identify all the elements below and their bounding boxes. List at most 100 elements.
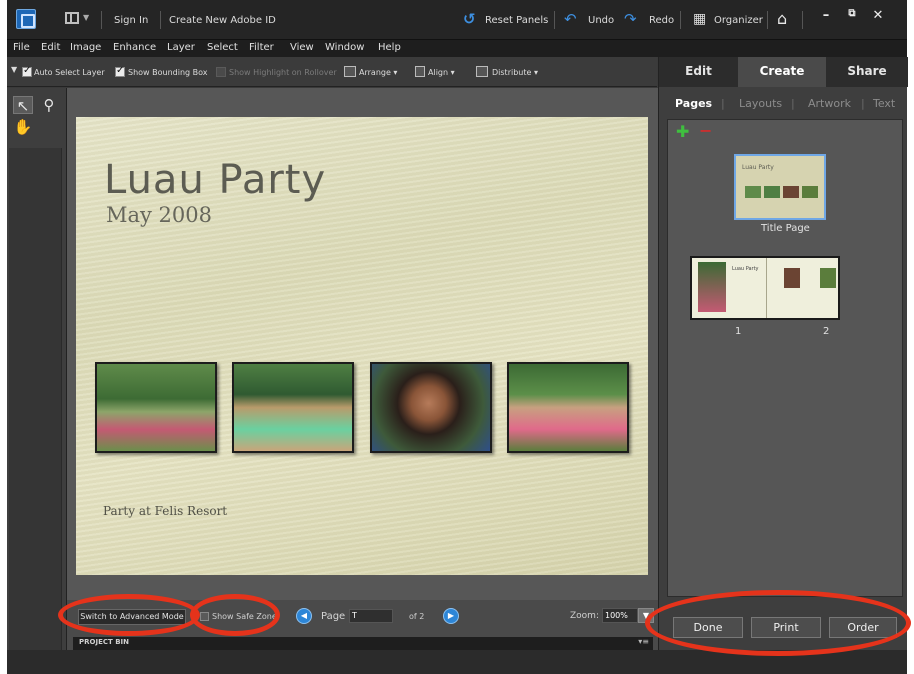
align-button[interactable]: Align ▾ (428, 68, 455, 77)
distribute-button[interactable]: Distribute ▾ (492, 68, 538, 77)
title-page-thumbnail[interactable]: Luau Party (734, 154, 826, 220)
align-icon[interactable] (415, 66, 425, 77)
highlight-label: Show Highlight on Rollover (229, 68, 337, 77)
thumbnail-photo (784, 268, 800, 288)
distribute-icon[interactable] (476, 66, 488, 77)
panel-menu-icon[interactable]: ▾≡ (638, 637, 649, 646)
menu-layer[interactable]: Layer (167, 42, 195, 53)
organizer-button[interactable]: Organizer (714, 15, 763, 26)
highlight-checkbox[interactable] (216, 67, 226, 77)
page-title[interactable]: Luau Party (104, 157, 326, 203)
arrange-icon[interactable] (344, 66, 356, 77)
thumbnail-photo (764, 186, 780, 198)
redo-button[interactable]: Redo (649, 15, 674, 26)
move-tool-icon[interactable]: ↖ (13, 96, 33, 115)
menu-file[interactable]: File (13, 42, 30, 53)
menu-edit[interactable]: Edit (41, 42, 60, 53)
create-sub-tabs: Pages | Layouts | Artwork | Text (659, 93, 908, 115)
tab-edit[interactable]: Edit (659, 57, 738, 87)
tab-layouts[interactable]: Layouts (739, 97, 782, 110)
annotation-oval (645, 590, 911, 656)
tab-artwork[interactable]: Artwork (808, 97, 851, 110)
menu-image[interactable]: Image (70, 42, 101, 53)
page-number-input[interactable]: T (349, 609, 393, 623)
distribute-label: Distribute (492, 68, 532, 77)
tab-text[interactable]: Text (873, 97, 895, 110)
page-subtitle[interactable]: May 2008 (106, 203, 212, 227)
menu-view[interactable]: View (290, 42, 314, 53)
zoom-label: Zoom: (570, 611, 599, 621)
next-page-icon[interactable]: ▶ (443, 608, 459, 624)
title-page-label: Title Page (761, 223, 810, 234)
divider: | (721, 97, 725, 110)
mode-tabs: Edit Create Share (659, 57, 908, 87)
bounding-box-label: Show Bounding Box (128, 68, 208, 77)
bounding-box-checkbox[interactable] (115, 65, 125, 77)
thumbnail-photo (802, 186, 818, 198)
grid-icon[interactable]: ▦ (693, 11, 706, 27)
auto-select-label: Auto Select Layer (34, 68, 105, 77)
options-menu-icon[interactable]: ▼ (11, 65, 17, 74)
spread-thumbnail[interactable]: Luau Party (690, 256, 840, 320)
divider: | (791, 97, 795, 110)
right-panel: Edit Create Share Pages | Layouts | Artw… (658, 57, 908, 650)
menu-bar: File Edit Image Enhance Layer Select Fil… (7, 40, 907, 57)
project-bin-label: PROJECT BIN (79, 638, 130, 646)
tab-share[interactable]: Share (826, 57, 908, 87)
annotation-oval (58, 594, 200, 636)
close-icon[interactable]: ✕ (869, 8, 887, 26)
minimize-icon[interactable]: – (817, 8, 835, 26)
auto-select-checkbox[interactable] (22, 65, 32, 77)
menu-help[interactable]: Help (378, 42, 401, 53)
title-bar: ▼ Sign In Create New Adobe ID ↺ Reset Pa… (7, 0, 907, 40)
thumbnail-photo (820, 268, 836, 288)
tab-pages[interactable]: Pages (675, 97, 712, 110)
photo-book-page[interactable]: Luau Party May 2008 Party at Felis Resor… (76, 117, 648, 575)
menu-select[interactable]: Select (207, 42, 238, 53)
photo-3[interactable] (370, 362, 492, 453)
menu-filter[interactable]: Filter (249, 42, 274, 53)
annotation-oval (190, 594, 280, 636)
pages-panel: ✚ − Luau Party Title Page Luau Party 1 2 (667, 119, 903, 597)
page-label: Page (321, 611, 346, 622)
thumbnail-title-text: Luau Party (742, 164, 774, 171)
undo-icon[interactable]: ↶ (564, 11, 577, 27)
canvas-area: Luau Party May 2008 Party at Felis Resor… (67, 88, 658, 600)
layout-icon[interactable] (65, 12, 79, 24)
divider (101, 11, 102, 29)
app-logo-icon (16, 9, 36, 29)
tab-create[interactable]: Create (738, 57, 826, 87)
menu-enhance[interactable]: Enhance (113, 42, 156, 53)
redo-icon[interactable]: ↷ (624, 11, 637, 27)
divider (767, 11, 768, 29)
sign-in-link[interactable]: Sign In (114, 15, 148, 26)
remove-page-icon[interactable]: − (699, 123, 712, 139)
undo-button[interactable]: Undo (588, 15, 614, 26)
divider: | (861, 97, 865, 110)
restore-icon[interactable]: ⧉ (843, 8, 861, 26)
divider (160, 11, 161, 29)
align-label: Align (428, 68, 449, 77)
photo-4[interactable] (507, 362, 629, 453)
page-caption[interactable]: Party at Felis Resort (103, 504, 227, 518)
reset-panels-button[interactable]: Reset Panels (485, 15, 548, 26)
tool-options-bar: ▼ Auto Select Layer Show Bounding Box Sh… (7, 57, 657, 87)
photo-2[interactable] (232, 362, 354, 453)
chevron-down-icon[interactable]: ▼ (83, 13, 89, 22)
project-bin-bar[interactable]: PROJECT BIN ▾≡ (73, 637, 653, 650)
photo-1[interactable] (95, 362, 217, 453)
spread-text: Luau Party (732, 266, 759, 272)
thumbnail-photo (783, 186, 799, 198)
create-id-link[interactable]: Create New Adobe ID (169, 15, 276, 26)
previous-page-icon[interactable]: ◀ (296, 608, 312, 624)
arrange-button[interactable]: Arrange ▾ (359, 68, 397, 77)
hand-tool-icon[interactable]: ✋ (13, 118, 33, 136)
reset-icon[interactable]: ↺ (463, 11, 476, 27)
zoom-tool-icon[interactable]: ⚲ (39, 96, 59, 114)
thumbnail-photo (745, 186, 761, 198)
zoom-input[interactable]: 100% (602, 608, 638, 623)
menu-window[interactable]: Window (325, 42, 364, 53)
thumbnail-photo (698, 262, 726, 312)
home-icon[interactable]: ⌂ (777, 11, 787, 27)
add-page-icon[interactable]: ✚ (676, 124, 689, 140)
